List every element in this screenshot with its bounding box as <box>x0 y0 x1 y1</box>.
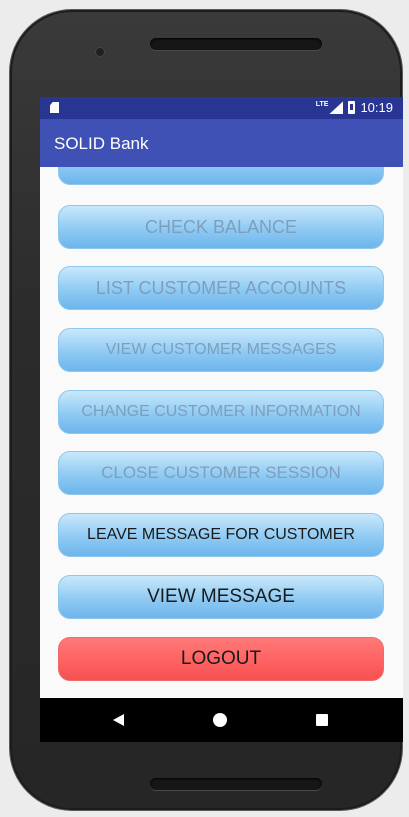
app-title: SOLID Bank <box>54 134 149 153</box>
bottom-speaker <box>150 778 322 790</box>
status-indicators: LTE 10:19 <box>316 100 393 115</box>
top-speaker <box>150 38 322 50</box>
partially-visible-button <box>58 167 384 185</box>
clock: 10:19 <box>360 100 393 115</box>
home-circle-icon[interactable] <box>213 713 227 727</box>
recent-apps-square-icon[interactable] <box>316 714 328 726</box>
back-triangle-icon[interactable] <box>113 714 124 726</box>
close-customer-session-button[interactable]: CLOSE CUSTOMER SESSION <box>58 451 384 495</box>
change-customer-information-button[interactable]: CHANGE CUSTOMER INFORMATION <box>58 390 384 434</box>
signal-icon <box>329 101 344 114</box>
logout-button[interactable]: LOGOUT <box>58 637 384 681</box>
phone-frame: LTE 10:19 SOLID Bank CHECK BALANCE LIST … <box>10 10 403 810</box>
list-customer-accounts-button[interactable]: LIST CUSTOMER ACCOUNTS <box>58 266 384 310</box>
menu-content[interactable]: CHECK BALANCE LIST CUSTOMER ACCOUNTS VIE… <box>40 167 403 698</box>
front-camera <box>96 48 104 56</box>
status-bar: LTE 10:19 <box>40 97 403 119</box>
check-balance-button[interactable]: CHECK BALANCE <box>58 205 384 249</box>
device-screen: LTE 10:19 SOLID Bank CHECK BALANCE LIST … <box>40 97 403 742</box>
navigation-bar <box>40 698 403 742</box>
app-bar: SOLID Bank <box>40 119 403 167</box>
network-type-label: LTE <box>315 101 329 108</box>
view-message-button[interactable]: VIEW MESSAGE <box>58 575 384 619</box>
view-customer-messages-button[interactable]: VIEW CUSTOMER MESSAGES <box>58 328 384 372</box>
sim-card-icon <box>50 102 59 113</box>
battery-icon <box>348 101 356 114</box>
leave-message-for-customer-button[interactable]: LEAVE MESSAGE FOR CUSTOMER <box>58 513 384 557</box>
